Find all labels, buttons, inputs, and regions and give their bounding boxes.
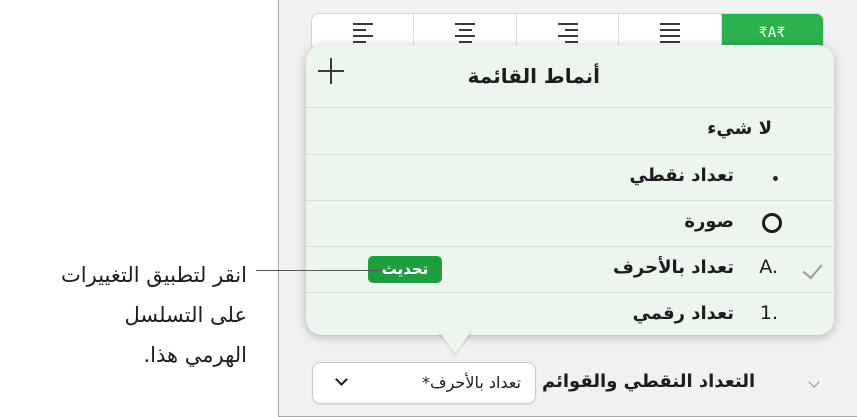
row-label: لا شيء	[707, 118, 772, 139]
callout-line-1: انقر لتطبيق التغييرات	[61, 263, 247, 287]
list-style-row-none[interactable]: لا شيء	[306, 108, 834, 154]
select-value: تعداد بالأحرف*	[422, 373, 521, 392]
chevron-down-icon	[335, 373, 348, 386]
list-style-row-image[interactable]: صورة	[306, 200, 834, 246]
popover-title: أنماط القائمة	[467, 64, 600, 88]
popover-arrow	[438, 330, 472, 354]
list-style-row-lettered[interactable]: A. تعداد بالأحرف تحديث	[306, 246, 834, 292]
row-marker: A.	[759, 256, 778, 278]
row-marker: 1.	[759, 302, 778, 324]
align-right-icon	[557, 22, 578, 43]
checkmark-icon	[802, 258, 823, 280]
row-label: تعداد نقطي	[629, 165, 734, 186]
row-label: تعداد بالأحرف	[613, 257, 734, 278]
row-label: تعداد رقمي	[632, 303, 734, 324]
callout-line	[256, 270, 382, 271]
bullet-icon	[773, 176, 778, 181]
align-left-icon	[352, 22, 373, 43]
row-label: صورة	[684, 211, 734, 232]
circle-icon	[762, 213, 782, 233]
list-style-select[interactable]: تعداد بالأحرف*	[313, 363, 535, 403]
list-style-row-numbered[interactable]: 1. تعداد رقمي	[306, 292, 834, 338]
popover-header: أنماط القائمة	[306, 45, 834, 108]
section-title: التعداد النقطي والقوائم	[542, 371, 756, 392]
list-style-row-bullet[interactable]: تعداد نقطي	[306, 154, 834, 200]
justify-icon	[659, 22, 680, 43]
callout-text: انقر لتطبيق التغييرات على التسلسل الهرمي…	[61, 255, 247, 375]
list-styles-popover: أنماط القائمة لا شيء تعداد نقطي صورة A. …	[306, 45, 834, 335]
callout-line-2: على التسلسل	[124, 303, 247, 327]
text-direction-icon: ₹A₹	[758, 24, 786, 41]
align-center-icon	[455, 22, 476, 43]
add-style-button[interactable]	[318, 58, 344, 84]
callout-line-3: الهرمي هذا.	[143, 343, 247, 367]
